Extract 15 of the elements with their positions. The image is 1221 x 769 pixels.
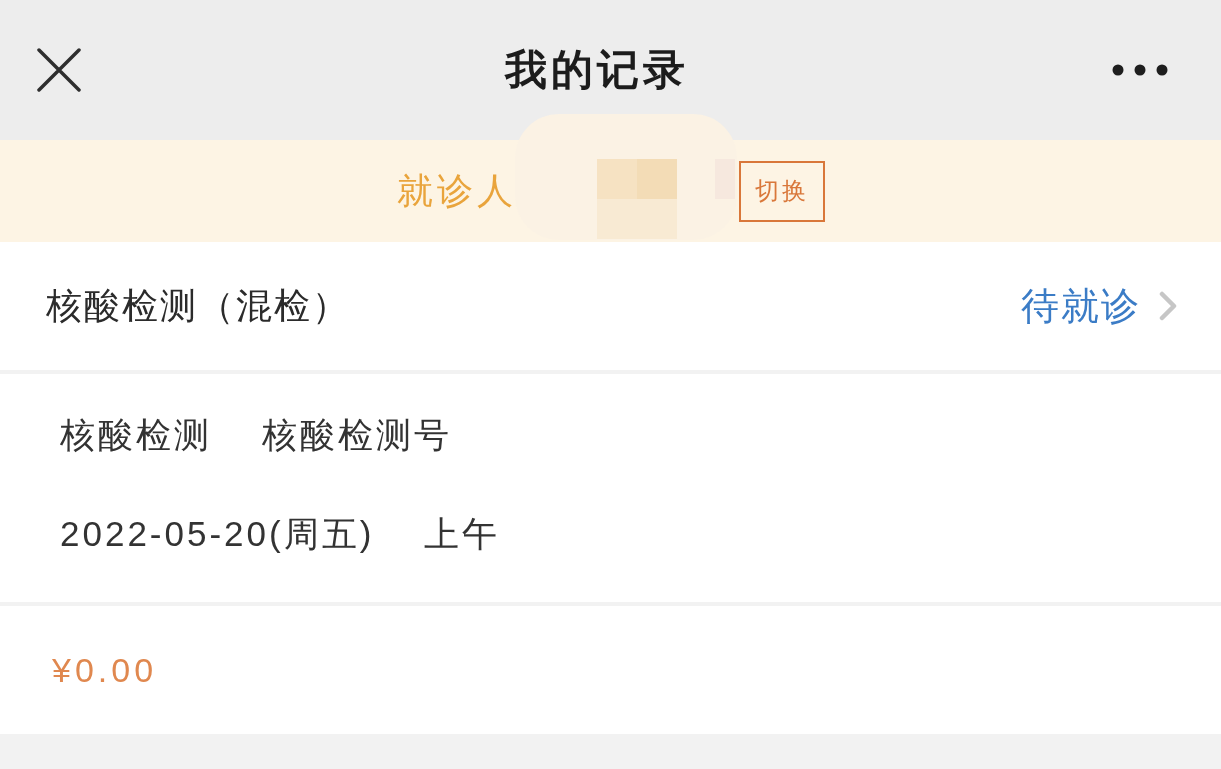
patient-label: 就诊人 <box>396 168 517 213</box>
more-icon <box>1112 64 1168 76</box>
price-text: ¥0.00 <box>52 650 158 690</box>
page-title: 我的记录 <box>504 45 689 95</box>
more-button[interactable] <box>1111 63 1169 77</box>
close-icon <box>37 48 81 92</box>
detail-text: 核酸检测 <box>60 414 212 456</box>
detail-text: 2022-05-20(周五) <box>60 513 375 555</box>
record-title: 核酸检测（混检） <box>46 283 350 328</box>
detail-text: 核酸检测号 <box>262 414 452 456</box>
record-status: 待就诊 <box>1021 283 1141 329</box>
detail-text: 上午 <box>424 513 501 555</box>
close-button[interactable] <box>36 47 82 93</box>
chevron-right-icon <box>1159 291 1177 321</box>
record-header[interactable]: 核酸检测（混检） 待就诊 <box>0 242 1221 370</box>
